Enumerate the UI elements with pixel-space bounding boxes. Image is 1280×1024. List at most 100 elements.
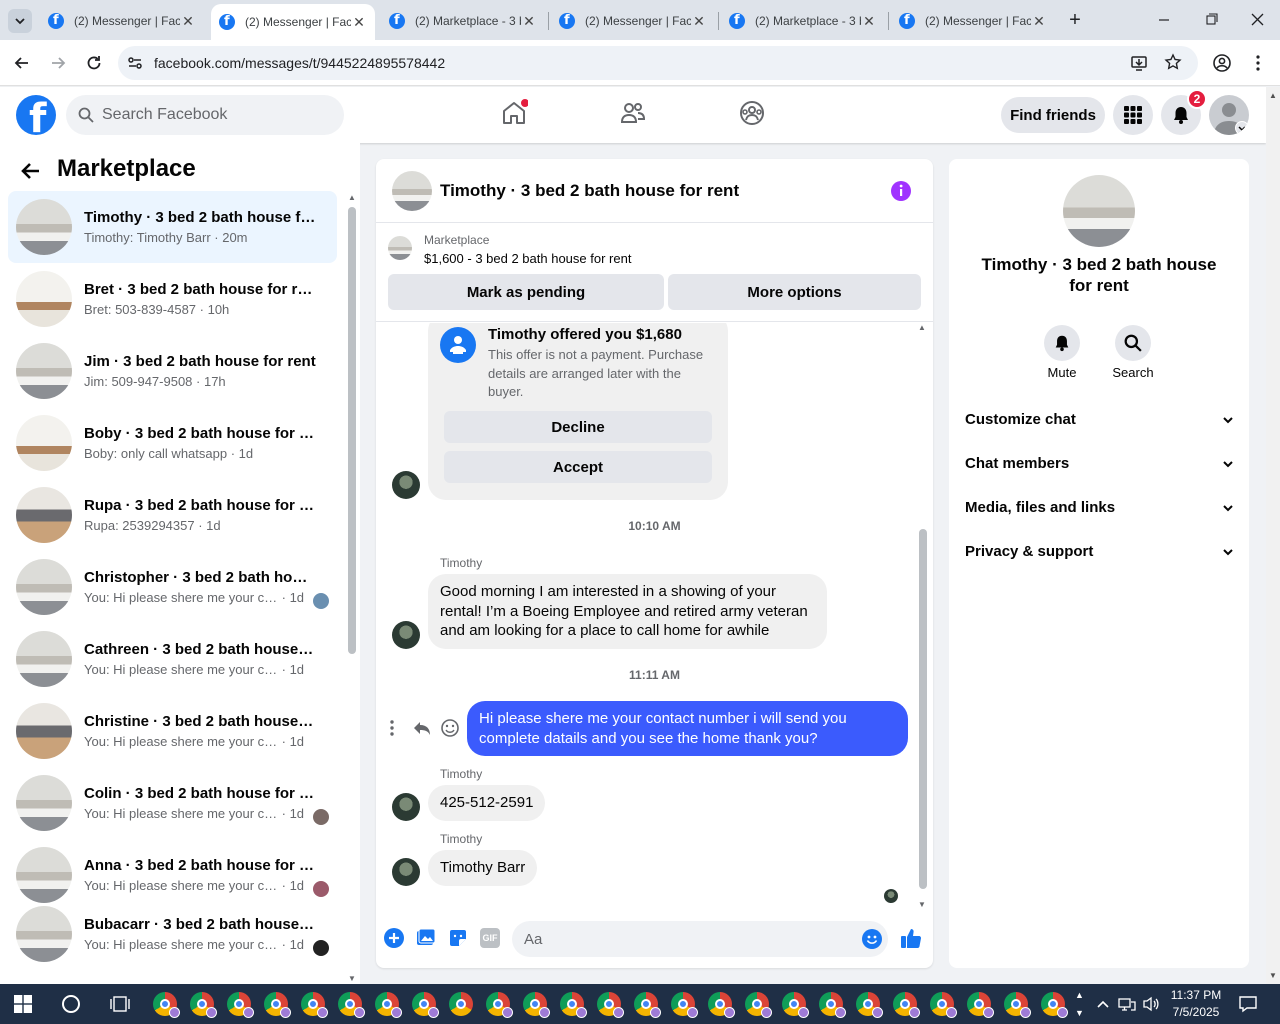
more-options-button[interactable]: More options [668, 274, 921, 310]
tab-search-button[interactable] [8, 9, 32, 33]
browser-tab[interactable]: (2) Messenger | Facebook ✕ [551, 6, 715, 36]
clock[interactable]: 11:37 PM 7/5/2025 [1166, 987, 1226, 1021]
browser-tab[interactable]: (2) Marketplace - 3 bed ✕ [381, 6, 545, 36]
restore-window-button[interactable] [1199, 12, 1223, 28]
chrome-taskbar-icon[interactable] [523, 992, 550, 1018]
accept-offer-button[interactable]: Accept [444, 451, 712, 483]
chrome-taskbar-icon[interactable] [1041, 992, 1068, 1018]
chrome-taskbar-icon[interactable] [375, 992, 402, 1018]
conversation-info-button[interactable] [890, 180, 912, 202]
chrome-taskbar-icon[interactable] [486, 992, 513, 1018]
chrome-taskbar-icon[interactable] [190, 992, 217, 1018]
nav-home[interactable] [500, 99, 528, 127]
chrome-taskbar-icon[interactable] [153, 992, 180, 1018]
minimize-window-button[interactable] [1152, 12, 1176, 28]
chrome-taskbar-icon[interactable] [967, 992, 994, 1018]
chrome-taskbar-icon[interactable] [301, 992, 328, 1018]
back-arrow-button[interactable] [20, 160, 42, 182]
plus-circle-icon[interactable] [384, 928, 404, 948]
chrome-taskbar-icon[interactable] [634, 992, 661, 1018]
address-bar[interactable]: facebook.com/messages/t/9445224895578442 [118, 46, 1198, 80]
chat-members-section[interactable]: Chat members [965, 455, 1235, 472]
conversation-item[interactable]: Rupa · 3 bed 2 bath house for rent Rupa: … [8, 479, 337, 551]
chrome-taskbar-icon[interactable] [782, 992, 809, 1018]
close-tab-icon[interactable]: ✕ [351, 14, 367, 31]
listing-description[interactable]: $1,600 - 3 bed 2 bath house for rent [424, 251, 631, 266]
close-tab-icon[interactable]: ✕ [861, 13, 877, 30]
chrome-taskbar-icon[interactable] [227, 992, 254, 1018]
sticker-icon[interactable] [448, 928, 468, 948]
close-window-button[interactable] [1245, 12, 1269, 28]
facebook-logo[interactable]: f [16, 95, 56, 135]
conversation-item[interactable]: Christine · 3 bed 2 bath house for rent Y… [8, 695, 337, 767]
profile-button[interactable] [1212, 53, 1232, 73]
more-vertical-icon[interactable] [386, 719, 398, 737]
message-input[interactable]: Aa [512, 921, 888, 957]
close-tab-icon[interactable]: ✕ [1031, 13, 1047, 30]
chrome-taskbar-icon[interactable] [1004, 992, 1031, 1018]
conversation-item[interactable]: Bret · 3 bed 2 bath house for rent Bret: … [8, 263, 337, 335]
account-avatar-button[interactable] [1209, 95, 1249, 135]
decline-offer-button[interactable]: Decline [444, 411, 712, 443]
chrome-taskbar-icon[interactable] [856, 992, 883, 1018]
emoji-icon[interactable] [862, 929, 882, 949]
network-icon[interactable] [1118, 996, 1136, 1012]
browser-tab[interactable]: (2) Messenger | Facebook ✕ [40, 6, 204, 36]
url-text[interactable]: facebook.com/messages/t/9445224895578442 [154, 55, 445, 71]
conversation-list-scrollbar[interactable]: ▲ ▼ [346, 193, 358, 983]
chrome-taskbar-icon[interactable] [412, 992, 439, 1018]
mark-as-pending-button[interactable]: Mark as pending [388, 274, 664, 310]
facebook-search-box[interactable]: Search Facebook [66, 95, 344, 135]
sender-avatar[interactable] [392, 793, 420, 821]
conversation-item[interactable]: Cathreen · 3 bed 2 bath house for rent Yo… [8, 623, 337, 695]
conversation-item[interactable]: Christopher · 3 bed 2 bath house for ren… [8, 551, 337, 623]
photo-icon[interactable] [416, 928, 436, 948]
browser-menu-button[interactable] [1250, 53, 1266, 73]
close-tab-icon[interactable]: ✕ [180, 13, 196, 30]
taskbar-search-button[interactable] [62, 995, 80, 1013]
media-files-links-section[interactable]: Media, files and links [965, 499, 1235, 516]
chat-title[interactable]: Timothy · 3 bed 2 bath house for rent [440, 181, 739, 201]
back-button[interactable] [12, 53, 32, 73]
menu-button[interactable] [1113, 95, 1153, 135]
page-scrollbar[interactable]: ▲ ▼ [1266, 87, 1280, 984]
nav-friends[interactable] [619, 99, 647, 127]
chrome-taskbar-icon[interactable] [671, 992, 698, 1018]
emoji-react-icon[interactable] [440, 718, 460, 738]
browser-tab-active[interactable]: (2) Messenger | Facebook ✕ [211, 4, 375, 40]
conversation-item[interactable]: Bubacarr · 3 bed 2 bath house for rent Yo… [8, 898, 337, 970]
sender-avatar[interactable] [392, 858, 420, 886]
outgoing-message[interactable]: Hi please shere me your contact number i… [467, 701, 908, 756]
message-list-scrollbar[interactable]: ▲ ▼ [917, 323, 929, 909]
reload-button[interactable] [84, 53, 104, 73]
reply-icon[interactable] [412, 718, 432, 738]
bookmark-star-icon[interactable] [1164, 53, 1182, 71]
close-tab-icon[interactable]: ✕ [521, 13, 537, 30]
incoming-message[interactable]: 425-512-2591 [428, 785, 546, 821]
chrome-taskbar-icon[interactable] [560, 992, 587, 1018]
forward-button[interactable] [48, 53, 68, 73]
chrome-taskbar-icon[interactable] [745, 992, 772, 1018]
notifications-button[interactable]: 2 [1161, 89, 1207, 135]
browser-tab[interactable]: (2) Messenger | Facebook ✕ [891, 6, 1055, 36]
site-settings-icon[interactable] [126, 54, 144, 72]
browser-tab[interactable]: (2) Marketplace - 3 bed ✕ [721, 6, 885, 36]
start-button[interactable] [14, 995, 32, 1013]
chrome-taskbar-icon[interactable] [819, 992, 846, 1018]
conversation-item[interactable]: Colin · 3 bed 2 bath house for rent You: … [8, 767, 337, 839]
conversation-item[interactable]: Jim · 3 bed 2 bath house for rent Jim: 50… [8, 335, 337, 407]
chrome-taskbar-icon[interactable] [597, 992, 624, 1018]
chrome-taskbar-icon[interactable] [449, 992, 473, 1016]
sender-avatar[interactable] [392, 471, 420, 499]
conversation-item[interactable]: Boby · 3 bed 2 bath house for rent Boby: … [8, 407, 337, 479]
find-friends-button[interactable]: Find friends [1001, 97, 1105, 133]
thumbs-up-icon[interactable] [899, 926, 923, 950]
new-tab-button[interactable]: + [1064, 9, 1086, 31]
volume-icon[interactable] [1142, 996, 1160, 1012]
show-hidden-icons[interactable] [1096, 997, 1110, 1011]
taskbar-scroll[interactable]: ▲ ▼ [1075, 986, 1084, 1022]
nav-groups[interactable] [738, 99, 766, 127]
chrome-taskbar-icon[interactable] [264, 992, 291, 1018]
details-thumbnail[interactable] [1063, 175, 1135, 247]
chrome-taskbar-icon[interactable] [338, 992, 365, 1018]
